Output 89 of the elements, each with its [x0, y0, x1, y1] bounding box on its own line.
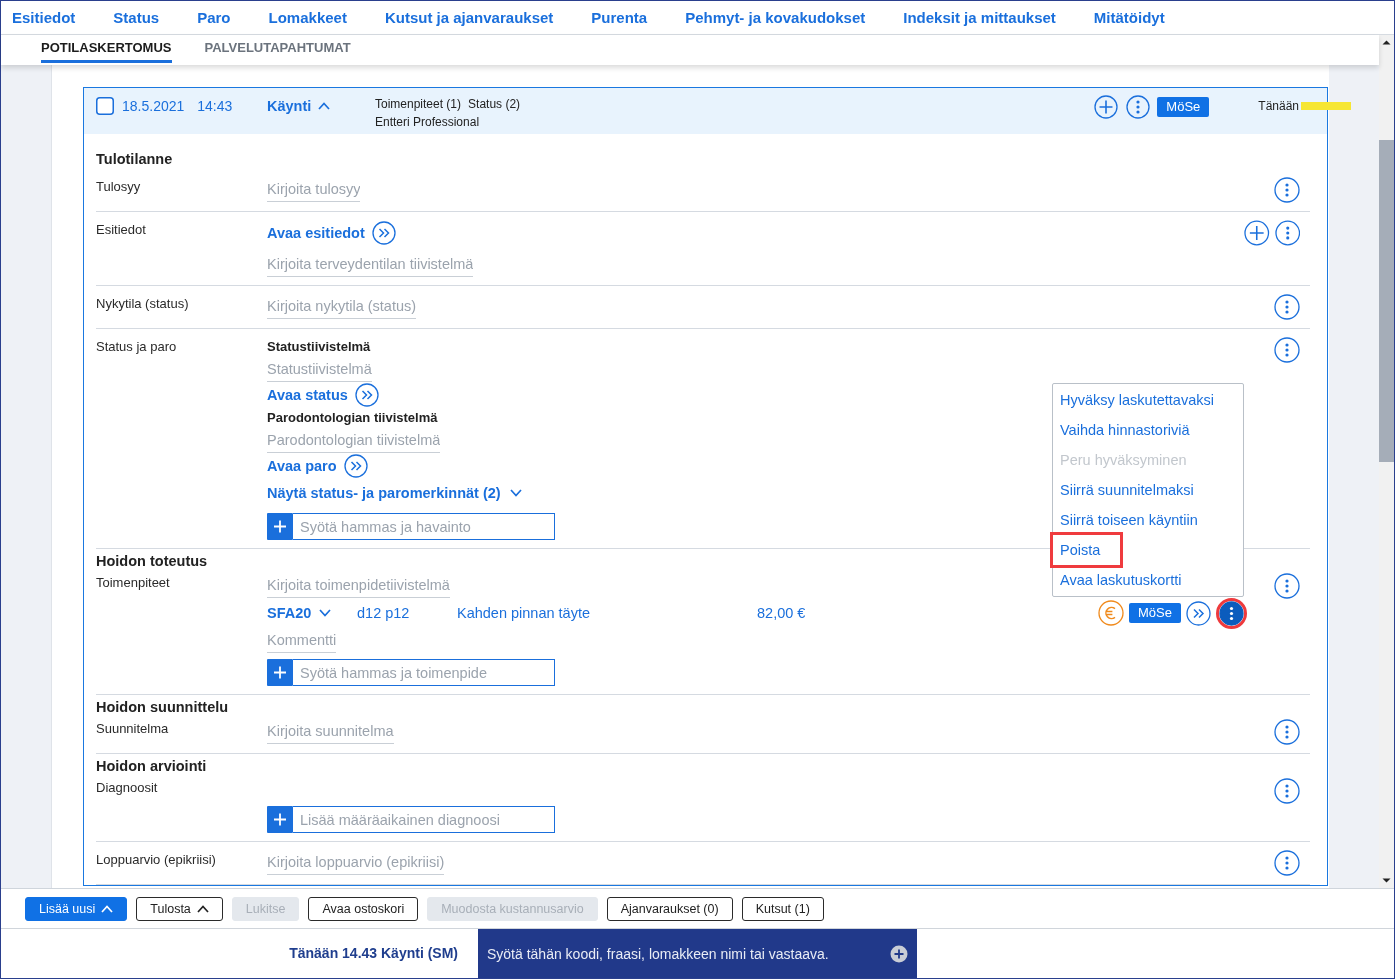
- input-field[interactable]: Lisää määräaikainen diagnoosi: [293, 806, 555, 833]
- input-field[interactable]: Syötä hammas ja havainto: [293, 513, 555, 540]
- subheading: Parodontologian tiivistelmä: [267, 409, 438, 427]
- input-field[interactable]: Syötä hammas ja toimenpide: [293, 659, 555, 686]
- plus-icon[interactable]: [267, 806, 293, 833]
- current-visit-label: Tänään 14.43 Käynti (SM): [288, 944, 459, 963]
- text-field[interactable]: Kirjoita tulosyy: [267, 177, 361, 202]
- plus-icon[interactable]: [267, 513, 293, 540]
- field-label: Nykytila (status): [96, 295, 190, 313]
- text-field[interactable]: Parodontologian tiivistelmä: [267, 428, 441, 453]
- double-chevron-icon[interactable]: [354, 383, 379, 407]
- toolbar-button[interactable]: Ajanvaraukset (0): [606, 896, 733, 921]
- nav-link[interactable]: Indeksit ja mittaukset: [903, 9, 1056, 26]
- tab[interactable]: PALVELUTAPAHTUMAT: [204, 35, 351, 63]
- text-field[interactable]: Kirjoita toimenpidetiivistelmä: [267, 573, 450, 598]
- more-icon[interactable]: [1274, 337, 1300, 363]
- menu-item[interactable]: Vaihda hinnastoriviä: [1053, 414, 1243, 445]
- toolbar-button[interactable]: Lisää uusi: [25, 896, 128, 921]
- text-field[interactable]: Kirjoita terveydentilan tiivistelmä: [267, 252, 474, 277]
- field-label: Suunnitelma: [96, 720, 170, 738]
- nav-link[interactable]: Status: [113, 9, 160, 26]
- nav-link[interactable]: Paro: [197, 9, 231, 26]
- text-field[interactable]: Statustiivistelmä: [267, 357, 372, 382]
- command-field[interactable]: Syötä tähän koodi, fraasi, lomakkeen nimi tai vastaava.: [478, 929, 890, 978]
- menu-item[interactable]: Hyväksy laskutettavaksi: [1053, 384, 1243, 415]
- procedure-link[interactable]: Kahden pinnan täyte: [457, 605, 757, 621]
- visit-date: 18.5.2021: [122, 97, 185, 116]
- open-link[interactable]: Avaa status: [267, 387, 348, 403]
- more-icon[interactable]: [1274, 850, 1300, 876]
- double-chevron-icon[interactable]: [343, 454, 368, 478]
- tag-badge: MöSe: [1157, 97, 1210, 117]
- more-icon[interactable]: [1274, 719, 1300, 745]
- text-field[interactable]: Kommentti: [267, 628, 337, 653]
- code-dropdown[interactable]: SFA20: [267, 605, 357, 621]
- visit-type-toggle[interactable]: Käynti: [267, 95, 375, 117]
- visit-time: 14:43: [197, 97, 233, 116]
- add-icon[interactable]: [1244, 220, 1270, 246]
- count-label: Toimenpiteet (1): [375, 96, 462, 113]
- menu-item[interactable]: Siirrä suunnitelmaksi: [1053, 474, 1243, 505]
- section-title: Hoidon suunnittelu: [96, 698, 229, 716]
- price: 82,00 €: [757, 605, 806, 621]
- field-label: Esitiedot: [96, 221, 147, 239]
- show-entries-toggle[interactable]: Näytä status- ja paromerkinnät (2): [267, 479, 522, 507]
- double-chevron-icon[interactable]: [1186, 600, 1211, 626]
- more-icon[interactable]: [1274, 573, 1300, 599]
- more-icon[interactable]: [1274, 294, 1300, 320]
- toolbar-button[interactable]: Tulosta: [136, 896, 223, 921]
- add-icon[interactable]: [890, 944, 908, 963]
- more-icon[interactable]: [1274, 220, 1300, 246]
- more-icon[interactable]: [1126, 95, 1151, 119]
- more-icon[interactable]: [1274, 778, 1300, 804]
- redaction-bar: [1301, 102, 1351, 110]
- section-title: Hoidon toteutus: [96, 552, 208, 570]
- tag-badge: MöSe: [1129, 603, 1181, 623]
- field-label: Status ja paro: [96, 338, 178, 356]
- count-label: Status (2): [468, 96, 521, 113]
- menu-item[interactable]: Poista: [1050, 531, 1124, 568]
- checkbox[interactable]: [96, 97, 114, 115]
- open-link[interactable]: Avaa paro: [267, 458, 337, 474]
- text-field[interactable]: Kirjoita suunnitelma: [267, 719, 394, 744]
- toolbar-button[interactable]: Avaa ostoskori: [308, 896, 419, 921]
- scrollbar-thumb[interactable]: [1379, 140, 1394, 462]
- field-label: Diagnoosit: [96, 779, 159, 797]
- more-icon[interactable]: [1216, 597, 1247, 629]
- add-icon[interactable]: [1094, 95, 1119, 119]
- open-link[interactable]: Avaa esitiedot: [267, 225, 365, 241]
- text-field[interactable]: Kirjoita loppuarvio (epikriisi): [267, 850, 445, 875]
- more-icon[interactable]: [1274, 177, 1300, 203]
- provider-name: Entteri Professional: [375, 114, 481, 131]
- nav-link[interactable]: Pehmyt- ja kovakudokset: [685, 9, 866, 26]
- section-title: Tulotilanne: [96, 150, 173, 168]
- euro-icon[interactable]: [1098, 600, 1125, 626]
- scrollbar[interactable]: [1379, 35, 1394, 888]
- field-label: Tulosyy: [96, 178, 142, 196]
- field-label: Toimenpiteet: [96, 574, 171, 592]
- toolbar-button[interactable]: Kutsut (1): [741, 896, 824, 921]
- double-chevron-icon[interactable]: [371, 221, 396, 245]
- nav-link[interactable]: Esitiedot: [12, 9, 76, 26]
- nav-link[interactable]: Kutsut ja ajanvaraukset: [384, 9, 554, 26]
- day-label: Tänään: [1258, 98, 1299, 115]
- tooth-numbers: d12 p12: [357, 605, 411, 621]
- nav-link[interactable]: Lomakkeet: [268, 9, 347, 26]
- field-label: Loppuarvio (epikriisi): [96, 851, 217, 869]
- plus-icon[interactable]: [267, 659, 293, 686]
- text-field[interactable]: Kirjoita nykytila (status): [267, 294, 417, 319]
- nav-link[interactable]: Purenta: [591, 9, 648, 26]
- subheading: Statustiivistelmä: [267, 338, 371, 356]
- section-title: Hoidon arviointi: [96, 757, 207, 775]
- nav-link[interactable]: Mitätöidyt: [1093, 9, 1165, 26]
